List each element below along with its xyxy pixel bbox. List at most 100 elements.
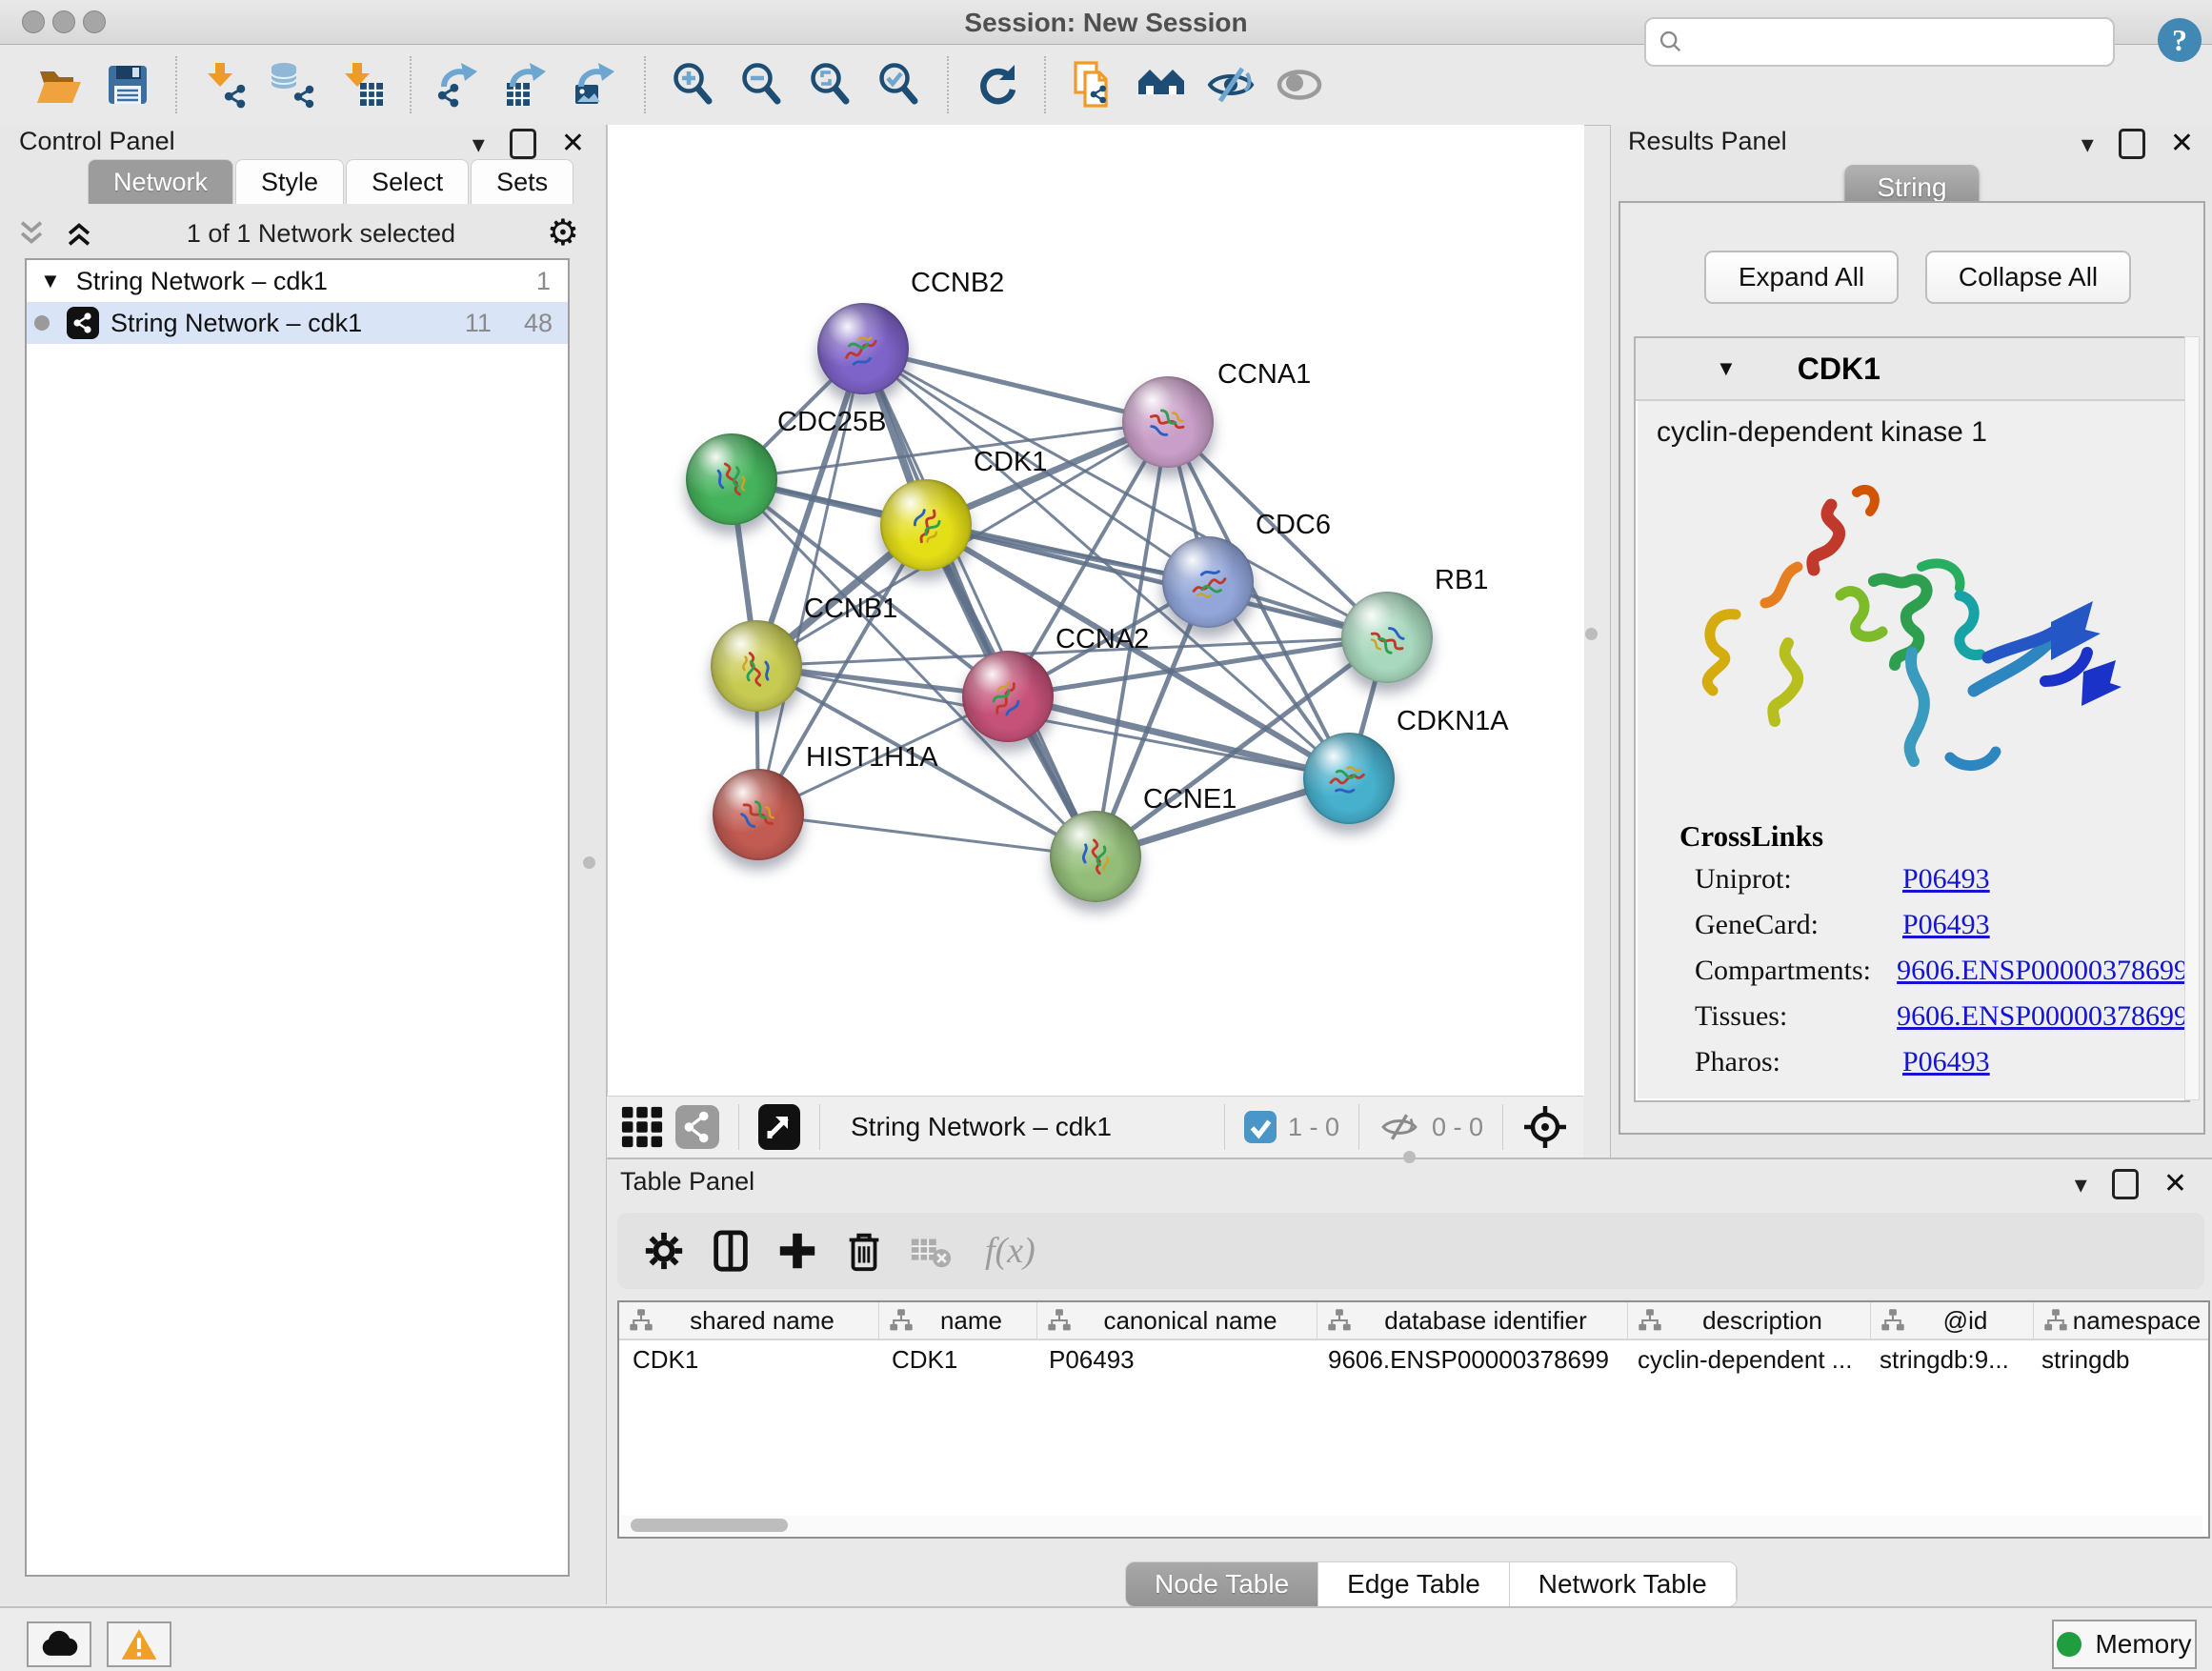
network-overview-icon[interactable] — [675, 1105, 719, 1149]
table-cell[interactable]: CDK1 — [878, 1345, 1036, 1375]
zoom-in-icon[interactable] — [667, 58, 720, 111]
table-cell[interactable]: 9606.ENSP00000378699 — [1315, 1345, 1624, 1375]
scrollbar-thumb[interactable] — [631, 1519, 788, 1532]
collapse-triangle-icon[interactable]: ▼ — [1716, 356, 1737, 381]
tab-style[interactable]: Style — [235, 159, 344, 204]
collapse-all-button[interactable]: Collapse All — [1925, 251, 2131, 304]
search-box[interactable] — [1644, 17, 2115, 67]
import-network-icon[interactable] — [198, 58, 251, 111]
panel-float-icon[interactable] — [2112, 1169, 2139, 1199]
zoom-selected-icon[interactable] — [873, 58, 926, 111]
panel-resize-grip[interactable] — [1403, 1151, 1416, 1163]
warning-status-button[interactable] — [107, 1621, 171, 1667]
network-node-CDC6[interactable] — [1162, 536, 1254, 628]
results-scrollbar[interactable] — [2184, 336, 2200, 1100]
tab-select[interactable]: Select — [346, 159, 469, 204]
network-node-CCNB2[interactable] — [817, 303, 909, 394]
tab-node-table[interactable]: Node Table — [1126, 1562, 1318, 1606]
memory-status-icon — [2057, 1632, 2081, 1657]
hidden-eye-icon[interactable] — [1378, 1106, 1420, 1148]
network-node-CCNE1[interactable] — [1050, 811, 1141, 902]
collapse-all-icon[interactable] — [15, 217, 48, 250]
panel-close-icon[interactable]: ✕ — [2163, 1170, 2187, 1198]
network-node-CCNB1[interactable] — [711, 620, 802, 712]
column-header-shared-name[interactable]: shared name — [619, 1302, 879, 1339]
delete-table-icon[interactable] — [909, 1229, 953, 1273]
expand-all-icon[interactable] — [63, 217, 95, 250]
help-icon[interactable]: ? — [2155, 15, 2204, 65]
gear-icon[interactable] — [642, 1229, 686, 1273]
save-session-icon[interactable] — [101, 58, 154, 111]
crosslink-link[interactable]: P06493 — [1902, 863, 1990, 896]
columns-icon[interactable] — [709, 1229, 753, 1273]
network-node-RB1[interactable] — [1341, 592, 1433, 683]
panel-float-icon[interactable] — [2119, 129, 2145, 159]
network-node-CDC25B[interactable] — [686, 433, 777, 525]
zoom-out-icon[interactable] — [735, 58, 789, 111]
tab-network-table[interactable]: Network Table — [1510, 1562, 1737, 1606]
crosslink-link[interactable]: 9606.ENSP00000378699 — [1897, 1000, 2188, 1033]
add-column-icon[interactable] — [775, 1229, 819, 1273]
import-table-icon[interactable] — [335, 58, 389, 111]
open-session-icon[interactable] — [32, 58, 86, 111]
table-row[interactable]: CDK1CDK1P064939606.ENSP00000378699cyclin… — [619, 1340, 2208, 1379]
crosslink-link[interactable]: P06493 — [1902, 909, 1990, 941]
export-table-icon[interactable] — [501, 58, 554, 111]
birds-eye-view-icon[interactable] — [620, 1105, 664, 1149]
refresh-view-icon[interactable] — [970, 58, 1023, 111]
show-hide-icon[interactable] — [1204, 58, 1257, 111]
column-header-database-identifier[interactable]: database identifier — [1317, 1302, 1628, 1339]
table-cell[interactable]: CDK1 — [619, 1345, 878, 1375]
table-hscrollbar[interactable] — [621, 1516, 2202, 1535]
expand-all-button[interactable]: Expand All — [1704, 251, 1899, 304]
network-collection-row[interactable]: ▼ String Network – cdk1 1 — [27, 260, 568, 302]
tab-edge-table[interactable]: Edge Table — [1318, 1562, 1510, 1606]
export-image-icon[interactable] — [570, 58, 623, 111]
column-header-name[interactable]: name — [879, 1302, 1037, 1339]
panel-collapse-icon[interactable]: ▾ — [2081, 131, 2094, 156]
network-options-gear-icon[interactable]: ⚙ — [547, 215, 579, 252]
center-view-icon[interactable] — [1522, 1104, 1568, 1150]
zoom-fit-icon[interactable] — [804, 58, 857, 111]
table-cell[interactable]: stringdb — [2028, 1345, 2207, 1375]
delete-column-icon[interactable] — [842, 1229, 886, 1273]
table-cell[interactable]: stringdb:9... — [1866, 1345, 2028, 1375]
crosslink-link[interactable]: P06493 — [1902, 1046, 1990, 1078]
table-cell[interactable]: P06493 — [1036, 1345, 1315, 1375]
gene-header-row[interactable]: ▼ CDK1 — [1636, 338, 2188, 401]
copy-network-icon[interactable] — [1067, 58, 1120, 111]
tab-sets[interactable]: Sets — [471, 159, 573, 204]
network-node-CCNA2[interactable] — [962, 651, 1054, 742]
search-input[interactable] — [1684, 22, 2113, 62]
panel-close-icon[interactable]: ✕ — [2170, 130, 2194, 158]
network-canvas[interactable]: CCNB2 CCNA1 CDC25B CDK1 CDC6 RB1 CCNB1 — [607, 125, 1584, 1096]
panel-collapse-icon[interactable]: ▾ — [2075, 1172, 2087, 1197]
network-list[interactable]: ▼ String Network – cdk1 1 String Network… — [25, 258, 570, 1577]
column-header-namespace[interactable]: namespace — [2034, 1302, 2212, 1339]
panel-collapse-icon[interactable]: ▾ — [473, 131, 485, 156]
panel-close-icon[interactable]: ✕ — [561, 130, 585, 158]
network-home-icon[interactable] — [1136, 58, 1189, 111]
network-row[interactable]: String Network – cdk1 11 48 — [27, 302, 568, 344]
table-cell[interactable]: cyclin-dependent ... — [1624, 1345, 1866, 1375]
import-database-icon[interactable] — [267, 58, 320, 111]
column-header--id[interactable]: @id — [1871, 1302, 2034, 1339]
panel-resize-grip[interactable] — [583, 856, 595, 869]
network-node-HIST1H1A[interactable] — [713, 769, 804, 860]
cloud-status-button[interactable] — [27, 1621, 91, 1667]
tab-network[interactable]: Network — [88, 159, 233, 204]
crosslink-link[interactable]: 9606.ENSP00000378699 — [1897, 955, 2188, 987]
column-header-description[interactable]: description — [1628, 1302, 1871, 1339]
memory-button[interactable]: Memory — [2052, 1620, 2197, 1669]
column-header-canonical-name[interactable]: canonical name — [1037, 1302, 1317, 1339]
preview-eye-icon[interactable] — [1273, 58, 1326, 111]
network-node-CDKN1A[interactable] — [1303, 733, 1395, 824]
network-node-CDK1[interactable] — [880, 479, 972, 571]
open-in-window-icon[interactable] — [758, 1104, 800, 1150]
export-network-icon[interactable] — [432, 58, 486, 111]
collapse-triangle-icon[interactable]: ▼ — [40, 269, 61, 293]
network-node-CCNA1[interactable] — [1122, 376, 1214, 468]
selected-checkbox-icon[interactable] — [1244, 1111, 1277, 1143]
panel-float-icon[interactable] — [510, 129, 536, 159]
panel-resize-grip[interactable] — [1585, 628, 1598, 640]
